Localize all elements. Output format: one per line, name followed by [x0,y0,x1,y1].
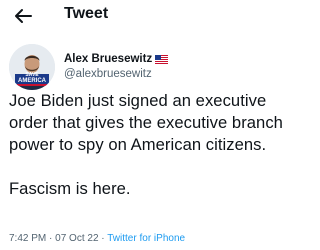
arrow-left-icon [15,9,32,23]
back-button[interactable] [9,4,37,28]
tweet-date[interactable]: 07 Oct 22 [55,233,98,244]
tweet-source-link[interactable]: Twitter for iPhone [107,233,185,244]
us-flag-icon [155,54,169,64]
avatar[interactable]: SAVE AMERICA [9,44,55,90]
tweet-time[interactable]: 7:42 PM [9,233,46,244]
author-info: Alex Bruesewitz @alexbruesewitz [64,52,169,80]
tweet-text: Joe Biden just signed an executive order… [9,91,283,198]
separator: · [101,233,105,244]
author-handle[interactable]: @alexbruesewitz [64,68,168,80]
page-title: Tweet [64,5,109,22]
avatar-badge-line2: AMERICA [18,77,46,84]
author-name[interactable]: Alex Bruesewitz [64,53,152,65]
tweet-meta: 7:42 PM · 07 Oct 22 · Twitter for iPhone [9,233,185,244]
separator: · [49,233,53,244]
top-bar: Tweet [0,0,300,32]
